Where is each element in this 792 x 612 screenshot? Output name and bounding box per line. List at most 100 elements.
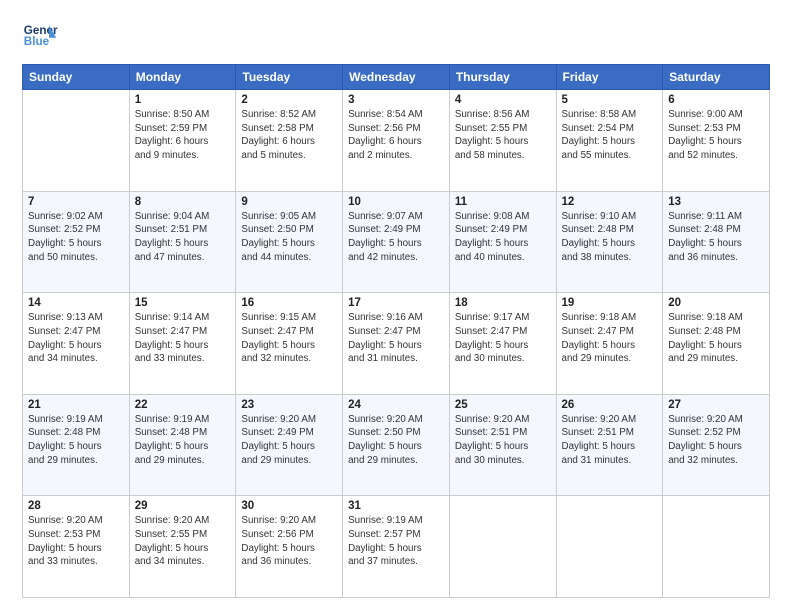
day-info: Sunrise: 9:18 AMSunset: 2:47 PMDaylight:…: [562, 311, 658, 366]
day-header-tuesday: Tuesday: [236, 65, 343, 90]
calendar-cell: 26 Sunrise: 9:20 AMSunset: 2:51 PMDayligh…: [556, 394, 663, 496]
day-number: 4: [455, 94, 551, 106]
day-info: Sunrise: 9:19 AMSunset: 2:48 PMDaylight:…: [28, 413, 124, 468]
day-info: Sunrise: 9:17 AMSunset: 2:47 PMDaylight:…: [455, 311, 551, 366]
day-number: 12: [562, 196, 658, 208]
calendar-cell: 13 Sunrise: 9:11 AMSunset: 2:48 PMDayligh…: [663, 191, 770, 293]
day-number: 26: [562, 399, 658, 411]
day-header-wednesday: Wednesday: [343, 65, 450, 90]
calendar-cell: 19 Sunrise: 9:18 AMSunset: 2:47 PMDayligh…: [556, 293, 663, 395]
day-header-monday: Monday: [129, 65, 236, 90]
calendar-cell: 21 Sunrise: 9:19 AMSunset: 2:48 PMDayligh…: [23, 394, 130, 496]
calendar-cell: 23 Sunrise: 9:20 AMSunset: 2:49 PMDayligh…: [236, 394, 343, 496]
calendar-cell: 30Sunrise: 9:20 AMSunset: 2:56 PMDayligh…: [236, 496, 343, 598]
day-number: 2: [241, 94, 337, 106]
calendar-cell: 28Sunrise: 9:20 AMSunset: 2:53 PMDayligh…: [23, 496, 130, 598]
calendar-cell: 25 Sunrise: 9:20 AMSunset: 2:51 PMDayligh…: [449, 394, 556, 496]
day-info: Sunrise: 9:10 AMSunset: 2:48 PMDaylight:…: [562, 210, 658, 265]
day-number: 6: [668, 94, 764, 106]
calendar-cell: 14 Sunrise: 9:13 AMSunset: 2:47 PMDayligh…: [23, 293, 130, 395]
calendar-cell: 1 Sunrise: 8:50 AMSunset: 2:59 PMDaylight…: [129, 90, 236, 192]
calendar-cell: 24 Sunrise: 9:20 AMSunset: 2:50 PMDayligh…: [343, 394, 450, 496]
day-header-saturday: Saturday: [663, 65, 770, 90]
day-number: 1: [135, 94, 231, 106]
day-header-sunday: Sunday: [23, 65, 130, 90]
day-number: 13: [668, 196, 764, 208]
page-header: General Blue: [22, 18, 770, 54]
day-number: 10: [348, 196, 444, 208]
day-info: Sunrise: 9:15 AMSunset: 2:47 PMDaylight:…: [241, 311, 337, 366]
calendar-week-1: 1 Sunrise: 8:50 AMSunset: 2:59 PMDaylight…: [23, 90, 770, 192]
calendar-cell: [449, 496, 556, 598]
day-info: Sunrise: 9:14 AMSunset: 2:47 PMDaylight:…: [135, 311, 231, 366]
day-info: Sunrise: 8:50 AMSunset: 2:59 PMDaylight:…: [135, 108, 231, 163]
day-number: 7: [28, 196, 124, 208]
calendar-cell: 8Sunrise: 9:04 AMSunset: 2:51 PMDaylight…: [129, 191, 236, 293]
calendar-header-row: SundayMondayTuesdayWednesdayThursdayFrid…: [23, 65, 770, 90]
calendar-cell: 3 Sunrise: 8:54 AMSunset: 2:56 PMDaylight…: [343, 90, 450, 192]
day-info: Sunrise: 9:20 AMSunset: 2:53 PMDaylight:…: [28, 514, 124, 569]
svg-text:Blue: Blue: [24, 35, 50, 48]
day-info: Sunrise: 9:20 AMSunset: 2:51 PMDaylight:…: [455, 413, 551, 468]
calendar-cell: 27Sunrise: 9:20 AMSunset: 2:52 PMDayligh…: [663, 394, 770, 496]
calendar-week-3: 14 Sunrise: 9:13 AMSunset: 2:47 PMDayligh…: [23, 293, 770, 395]
calendar-cell: 16 Sunrise: 9:15 AMSunset: 2:47 PMDayligh…: [236, 293, 343, 395]
day-number: 9: [241, 196, 337, 208]
calendar-cell: 18Sunrise: 9:17 AMSunset: 2:47 PMDayligh…: [449, 293, 556, 395]
day-number: 17: [348, 297, 444, 309]
calendar-cell: 15 Sunrise: 9:14 AMSunset: 2:47 PMDayligh…: [129, 293, 236, 395]
day-number: 8: [135, 196, 231, 208]
day-info: Sunrise: 9:13 AMSunset: 2:47 PMDaylight:…: [28, 311, 124, 366]
day-info: Sunrise: 9:05 AMSunset: 2:50 PMDaylight:…: [241, 210, 337, 265]
day-info: Sunrise: 9:20 AMSunset: 2:50 PMDaylight:…: [348, 413, 444, 468]
day-number: 15: [135, 297, 231, 309]
calendar-cell: 6 Sunrise: 9:00 AMSunset: 2:53 PMDaylight…: [663, 90, 770, 192]
day-number: 31: [348, 500, 444, 512]
day-number: 23: [241, 399, 337, 411]
day-info: Sunrise: 9:20 AMSunset: 2:55 PMDaylight:…: [135, 514, 231, 569]
calendar-cell: [663, 496, 770, 598]
day-info: Sunrise: 9:00 AMSunset: 2:53 PMDaylight:…: [668, 108, 764, 163]
calendar-cell: 20Sunrise: 9:18 AMSunset: 2:48 PMDayligh…: [663, 293, 770, 395]
day-info: Sunrise: 9:07 AMSunset: 2:49 PMDaylight:…: [348, 210, 444, 265]
calendar-cell: 7 Sunrise: 9:02 AMSunset: 2:52 PMDaylight…: [23, 191, 130, 293]
day-number: 14: [28, 297, 124, 309]
day-info: Sunrise: 9:20 AMSunset: 2:51 PMDaylight:…: [562, 413, 658, 468]
day-number: 19: [562, 297, 658, 309]
calendar-cell: 4 Sunrise: 8:56 AMSunset: 2:55 PMDaylight…: [449, 90, 556, 192]
calendar-cell: 11 Sunrise: 9:08 AMSunset: 2:49 PMDayligh…: [449, 191, 556, 293]
day-info: Sunrise: 8:52 AMSunset: 2:58 PMDaylight:…: [241, 108, 337, 163]
day-info: Sunrise: 9:20 AMSunset: 2:49 PMDaylight:…: [241, 413, 337, 468]
day-info: Sunrise: 9:20 AMSunset: 2:56 PMDaylight:…: [241, 514, 337, 569]
day-number: 16: [241, 297, 337, 309]
day-number: 3: [348, 94, 444, 106]
day-number: 27: [668, 399, 764, 411]
day-number: 25: [455, 399, 551, 411]
calendar-cell: 17 Sunrise: 9:16 AMSunset: 2:47 PMDayligh…: [343, 293, 450, 395]
day-info: Sunrise: 9:08 AMSunset: 2:49 PMDaylight:…: [455, 210, 551, 265]
day-info: Sunrise: 8:56 AMSunset: 2:55 PMDaylight:…: [455, 108, 551, 163]
day-number: 20: [668, 297, 764, 309]
calendar-cell: 10 Sunrise: 9:07 AMSunset: 2:49 PMDayligh…: [343, 191, 450, 293]
day-info: Sunrise: 8:54 AMSunset: 2:56 PMDaylight:…: [348, 108, 444, 163]
day-info: Sunrise: 9:16 AMSunset: 2:47 PMDaylight:…: [348, 311, 444, 366]
logo: General Blue: [22, 18, 58, 54]
day-number: 21: [28, 399, 124, 411]
calendar-week-4: 21 Sunrise: 9:19 AMSunset: 2:48 PMDayligh…: [23, 394, 770, 496]
day-number: 11: [455, 196, 551, 208]
day-number: 24: [348, 399, 444, 411]
day-info: Sunrise: 9:19 AMSunset: 2:57 PMDaylight:…: [348, 514, 444, 569]
day-info: Sunrise: 9:02 AMSunset: 2:52 PMDaylight:…: [28, 210, 124, 265]
calendar-cell: 29Sunrise: 9:20 AMSunset: 2:55 PMDayligh…: [129, 496, 236, 598]
calendar-cell: 2 Sunrise: 8:52 AMSunset: 2:58 PMDaylight…: [236, 90, 343, 192]
calendar-cell: [23, 90, 130, 192]
day-header-thursday: Thursday: [449, 65, 556, 90]
calendar: SundayMondayTuesdayWednesdayThursdayFrid…: [22, 64, 770, 598]
calendar-cell: 9 Sunrise: 9:05 AMSunset: 2:50 PMDaylight…: [236, 191, 343, 293]
calendar-cell: [556, 496, 663, 598]
day-info: Sunrise: 8:58 AMSunset: 2:54 PMDaylight:…: [562, 108, 658, 163]
day-header-friday: Friday: [556, 65, 663, 90]
day-number: 22: [135, 399, 231, 411]
day-info: Sunrise: 9:19 AMSunset: 2:48 PMDaylight:…: [135, 413, 231, 468]
day-info: Sunrise: 9:11 AMSunset: 2:48 PMDaylight:…: [668, 210, 764, 265]
